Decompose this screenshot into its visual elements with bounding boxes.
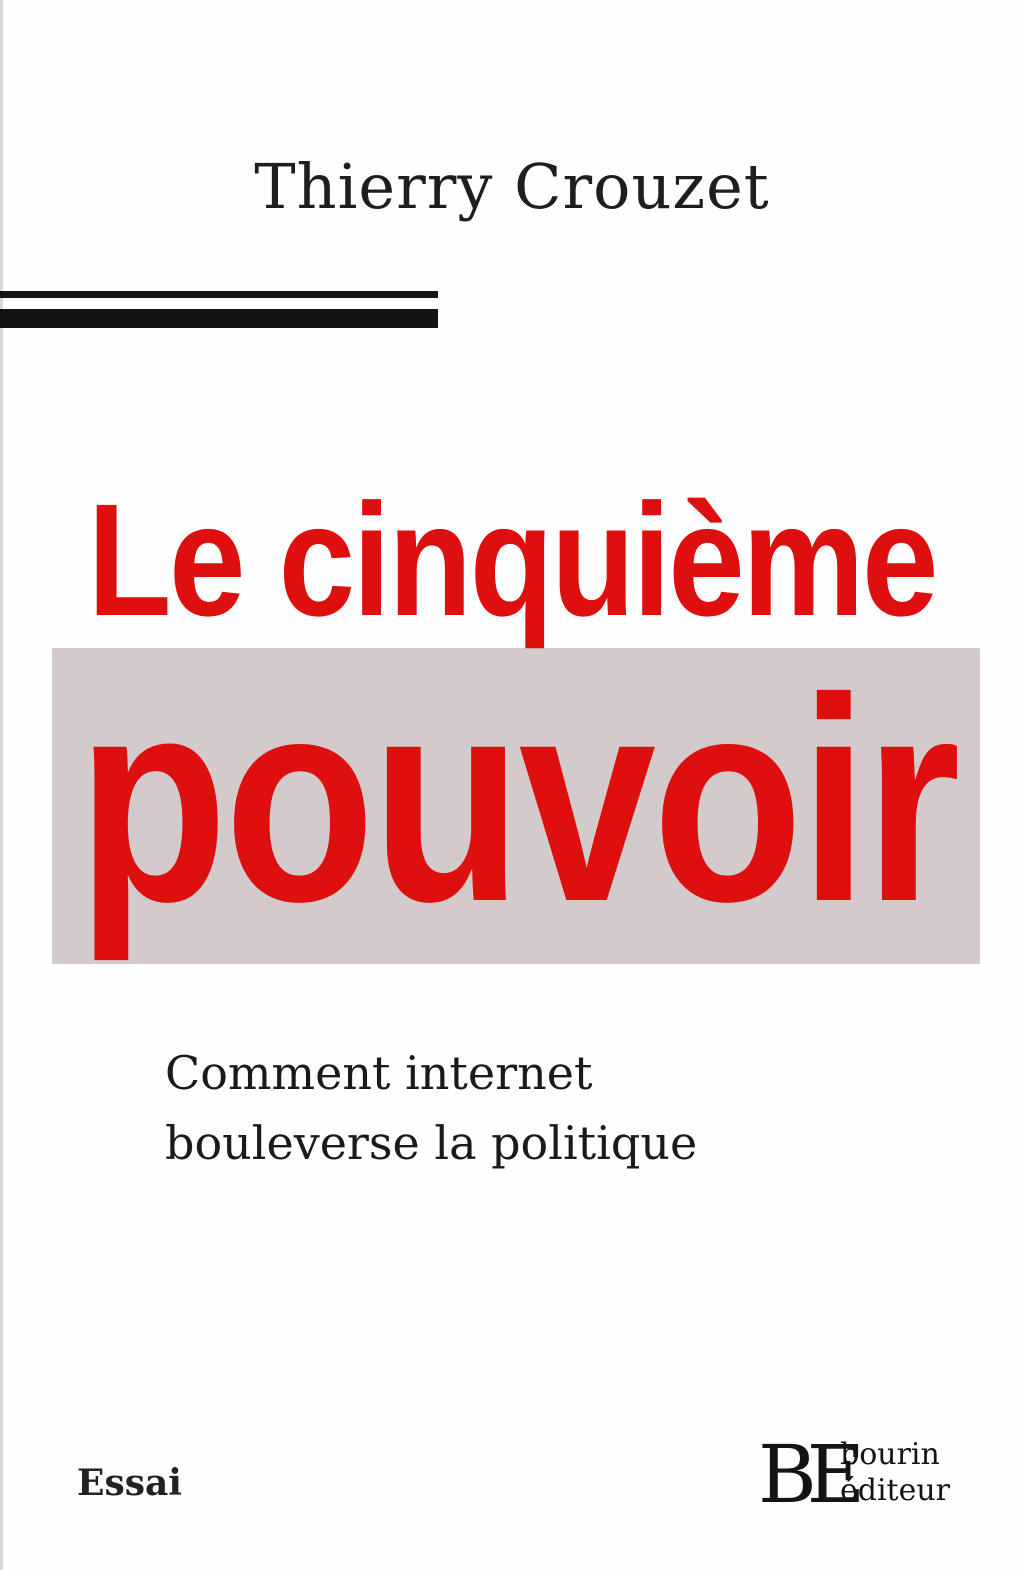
title-line-1: Le cinquième xyxy=(87,470,939,649)
subtitle-line-2: bouleverse la politique xyxy=(165,1116,698,1170)
author-name: Thierry Crouzet xyxy=(254,150,770,223)
collection-label: Essai xyxy=(77,1462,182,1504)
publisher-name-line-2: éditeur xyxy=(840,1473,951,1508)
publisher-name: bourin éditeur xyxy=(840,1437,950,1509)
decorative-rule-thin xyxy=(0,291,438,298)
title-line-2: pouvoir xyxy=(77,638,960,962)
decorative-rule-thick xyxy=(0,309,438,328)
subtitle-line-1: Comment internet xyxy=(165,1046,593,1100)
publisher-name-line-1: bourin xyxy=(840,1437,940,1472)
subtitle: Comment internet bouleverse la politique xyxy=(165,1038,925,1178)
book-cover: Thierry Crouzet Le cinquième pouvoir Com… xyxy=(0,0,1024,1570)
cover-edge xyxy=(0,0,3,1570)
publisher-logo: BE bourin éditeur xyxy=(758,1435,978,1515)
